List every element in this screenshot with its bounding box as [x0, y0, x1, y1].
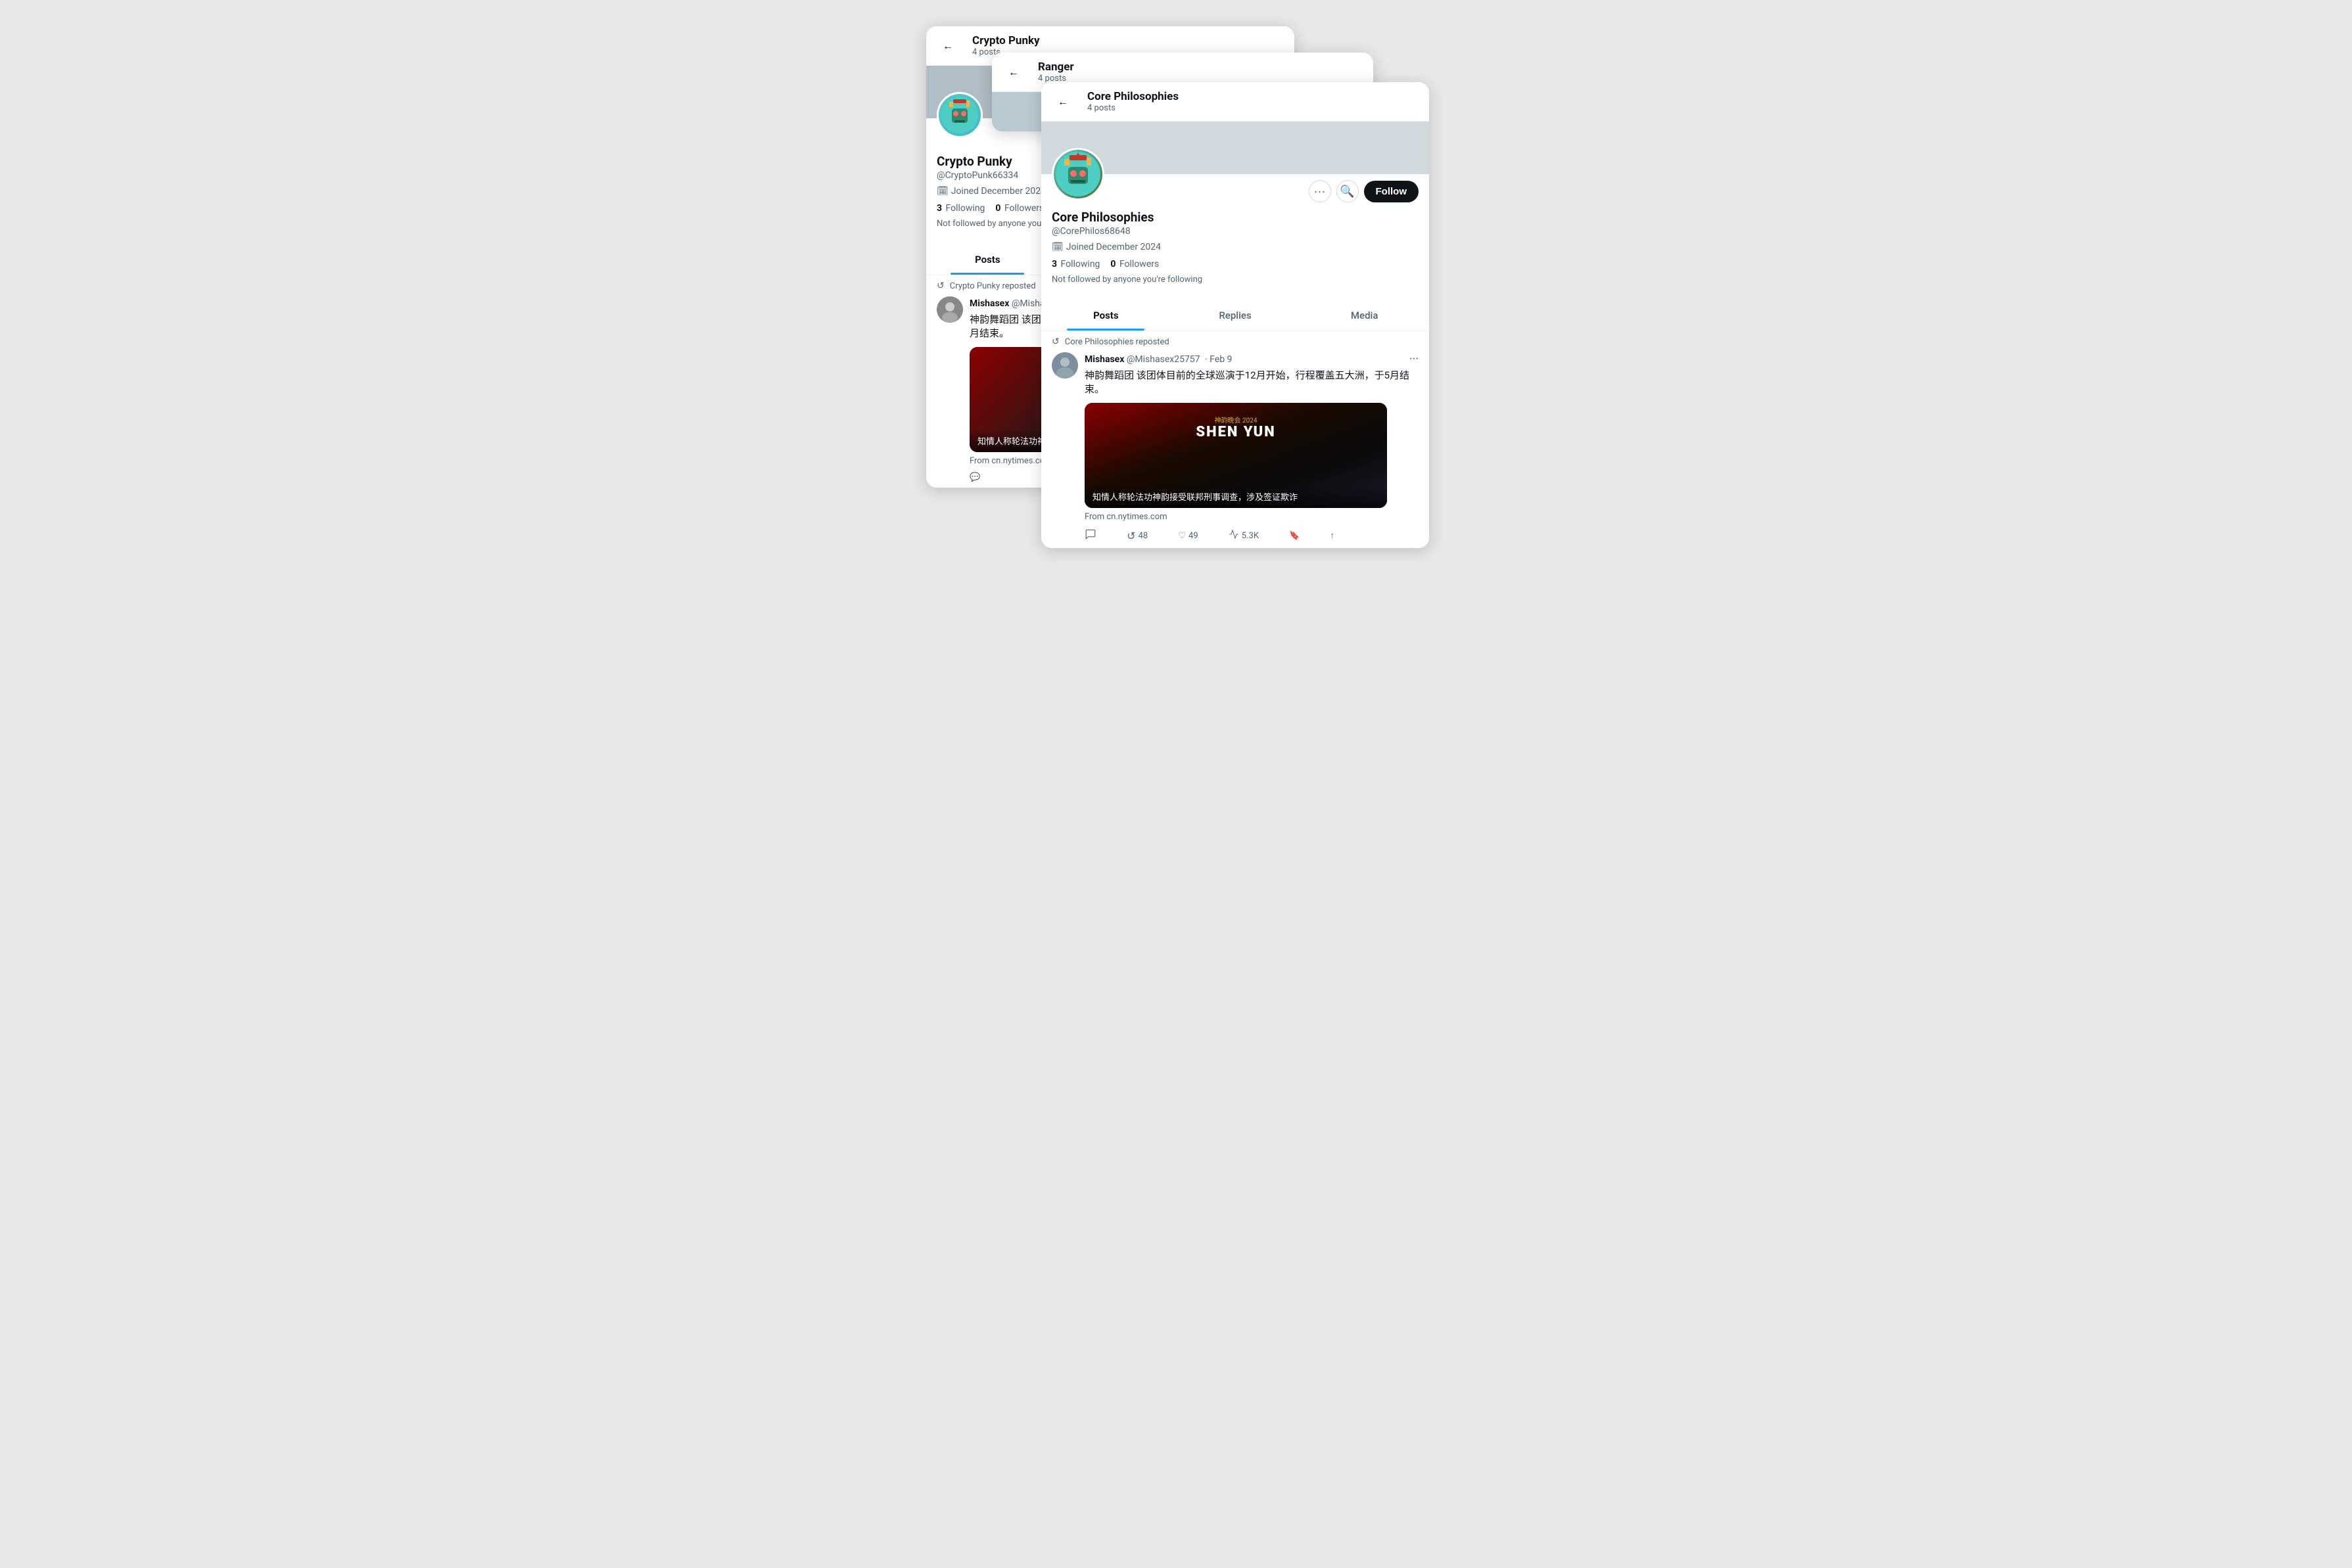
core-avatar-wrap — [1052, 148, 1104, 200]
core-post-text: 神韵舞蹈团 该团体目前的全球巡演于12月开始，行程覆盖五大洲，于5月结束。 — [1085, 369, 1419, 396]
repost-icon: ↺ — [937, 281, 945, 291]
cryptopunky-following[interactable]: 3 Following — [937, 203, 985, 214]
core-views-icon — [1229, 529, 1239, 542]
ranger-header-title: Ranger 4 posts — [1038, 60, 1074, 83]
core-following-count: 3 — [1052, 259, 1057, 269]
tab-core-replies[interactable]: Replies — [1171, 300, 1300, 331]
tab-cryptopunky-posts[interactable]: Posts — [926, 244, 1049, 275]
comment-icon: 💬 — [970, 473, 980, 482]
core-following[interactable]: 3 Following — [1052, 259, 1100, 269]
core-calendar-icon: 🗓 — [1052, 242, 1064, 252]
core-avatar-image — [1055, 151, 1101, 197]
core-post-avatar — [1052, 352, 1078, 379]
core-stats: 3 Following 0 Followers — [1052, 259, 1419, 269]
core-header-title: Core Philosophies 4 posts — [1087, 90, 1179, 113]
core-followers[interactable]: 0 Followers — [1110, 259, 1159, 269]
cryptopunky-joined: Joined December 2024 — [951, 186, 1046, 196]
core-posts-area: ↺ Core Philosophies reposted Mishasex — [1041, 331, 1429, 548]
core-retweet-count: 48 — [1139, 531, 1148, 541]
core-post-actions: ↺ 48 ♡ 49 5.3K — [1085, 528, 1334, 543]
ranger-title-name: Ranger — [1038, 60, 1074, 74]
core-bookmark-icon: 🔖 — [1289, 531, 1300, 541]
cryptopunky-post-avatar — [937, 296, 963, 323]
core-views-count: 5.3K — [1242, 531, 1259, 541]
core-retweet-icon: ↺ — [1127, 530, 1135, 542]
core-image-subtitle: 神韵晚会 2024 — [1215, 415, 1258, 425]
core-back-icon: ← — [1058, 95, 1068, 108]
cryptopunky-comment-action[interactable]: 💬 — [970, 473, 980, 482]
back-icon: ← — [943, 39, 953, 53]
cryptopunky-repost-label: Crypto Punky reposted — [950, 281, 1036, 291]
core-repost-label: Core Philosophies reposted — [1065, 337, 1169, 347]
core-header: ← Core Philosophies 4 posts — [1041, 82, 1429, 122]
core-profile-actions: ··· 🔍 Follow — [1052, 174, 1419, 203]
core-follow-button[interactable]: Follow — [1364, 181, 1419, 202]
core-repost-icon: ↺ — [1052, 336, 1060, 347]
core-post-link-source: From cn.nytimes.com — [1085, 512, 1419, 522]
cryptopunky-back-button[interactable]: ← — [937, 35, 959, 57]
core-joined: Joined December 2024 — [1066, 242, 1161, 252]
core-meta: 🗓 Joined December 2024 — [1052, 242, 1419, 252]
core-comment-action[interactable] — [1085, 528, 1096, 543]
core-post-row: Mishasex @Mishasex25757 · Feb 9 ··· 神韵舞蹈… — [1041, 350, 1429, 548]
cryptopunky-avatar-wrap — [937, 92, 983, 138]
core-repost-bar: ↺ Core Philosophies reposted — [1041, 331, 1429, 350]
core-profile-section: ··· 🔍 Follow Core Philosophies @CorePhil… — [1041, 174, 1429, 292]
core-posts-count: 4 posts — [1087, 103, 1179, 113]
cryptopunky-followers[interactable]: 0 Followers — [995, 203, 1044, 214]
core-followers-count: 0 — [1110, 259, 1116, 269]
ranger-back-icon: ← — [1008, 66, 1019, 79]
ranger-back-button[interactable]: ← — [1002, 61, 1025, 83]
core-followers-label: Followers — [1119, 259, 1159, 269]
core-comment-icon — [1085, 528, 1096, 543]
cryptopunky-title-name: Crypto Punky — [972, 34, 1040, 47]
core-more-button[interactable]: ··· — [1309, 180, 1331, 202]
core-title-name: Core Philosophies — [1087, 90, 1179, 103]
core-tabs: Posts Replies Media — [1041, 300, 1429, 331]
core-views-action[interactable]: 5.3K — [1229, 529, 1259, 542]
core-post-time: · Feb 9 — [1205, 354, 1232, 365]
core-retweet-action[interactable]: ↺ 48 — [1127, 530, 1148, 542]
calendar-icon: 🗓 — [937, 186, 949, 196]
core-bookmark-action[interactable]: 🔖 — [1289, 531, 1300, 541]
cryptopunky-following-count: 3 — [937, 203, 942, 214]
cryptopunky-avatar-image — [940, 95, 979, 135]
core-like-icon: ♡ — [1178, 531, 1186, 541]
core-avatar — [1052, 148, 1104, 200]
core-like-action[interactable]: ♡ 49 — [1178, 531, 1198, 541]
core-post-handle: @Mishasex25757 — [1127, 354, 1200, 365]
core-share-icon: ↑ — [1330, 530, 1334, 541]
core-share-action[interactable]: ↑ — [1330, 530, 1334, 541]
cryptopunky-followers-label: Followers — [1004, 203, 1044, 214]
core-search-button[interactable]: 🔍 — [1336, 180, 1359, 202]
core-image-title: SHEN YUN — [1196, 424, 1275, 440]
core-handle: @CorePhilos68648 — [1052, 226, 1419, 237]
cryptopunky-post-user[interactable]: Mishasex — [970, 298, 1009, 309]
core-name: Core Philosophies — [1052, 210, 1419, 225]
core-like-count: 49 — [1188, 531, 1198, 541]
core-following-label: Following — [1061, 259, 1100, 269]
core-post-header: Mishasex @Mishasex25757 · Feb 9 ··· — [1085, 352, 1419, 366]
tab-core-posts[interactable]: Posts — [1041, 300, 1171, 331]
tab-core-media[interactable]: Media — [1300, 300, 1429, 331]
cryptopunky-following-label: Following — [946, 203, 985, 214]
core-post-image-caption: 知情人称轮法功神韵接受联邦刑事调查，涉及签证欺诈 — [1085, 485, 1387, 508]
card-core: ← Core Philosophies 4 posts — [1041, 82, 1429, 548]
cryptopunky-avatar — [937, 92, 983, 138]
core-not-followed: Not followed by anyone you're following — [1052, 275, 1419, 285]
core-post-content: Mishasex @Mishasex25757 · Feb 9 ··· 神韵舞蹈… — [1085, 352, 1419, 543]
cryptopunky-followers-count: 0 — [995, 203, 1000, 214]
core-post-image[interactable]: 神韵晚会 2024 SHEN YUN 知情人称轮法功神韵接受联邦刑事调查，涉及签… — [1085, 403, 1387, 508]
core-post-more[interactable]: ··· — [1409, 352, 1419, 366]
stacked-cards: ← Crypto Punky 4 posts — [926, 26, 1426, 473]
core-back-button[interactable]: ← — [1052, 91, 1074, 113]
core-post-user[interactable]: Mishasex — [1085, 354, 1124, 365]
